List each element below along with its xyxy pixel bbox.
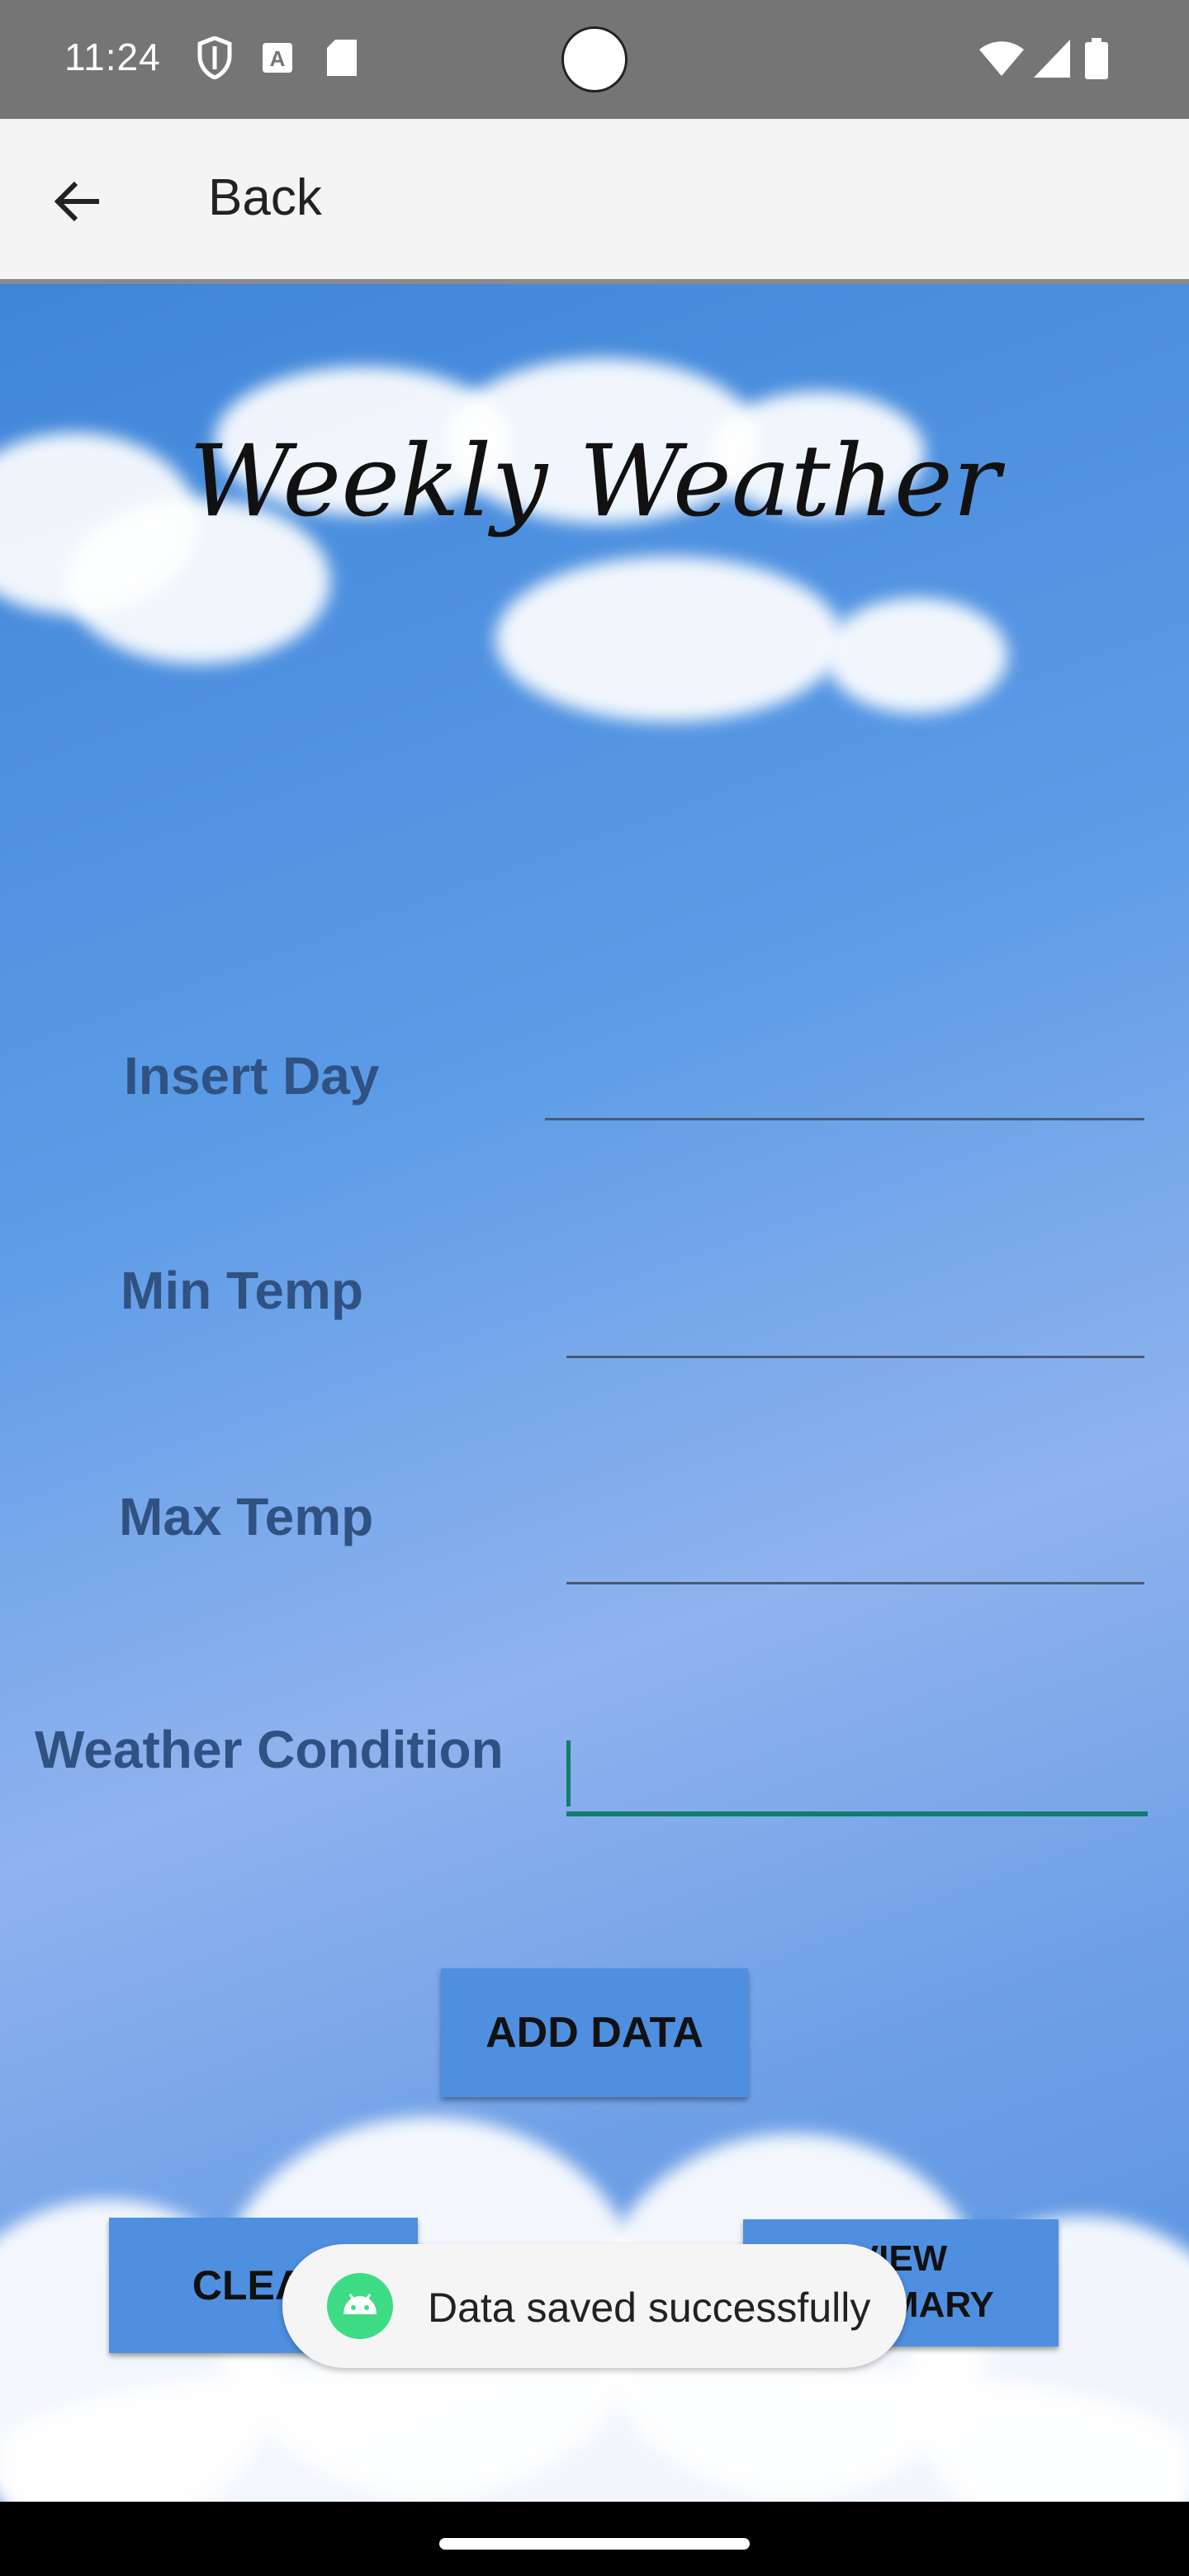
weather-condition-label: Weather Condition — [35, 1720, 504, 1779]
a-box-icon: A — [263, 43, 292, 77]
app-bar: Back — [0, 119, 1189, 284]
insert-day-input[interactable] — [545, 1118, 1144, 1120]
weather-condition-input[interactable] — [566, 1811, 1148, 1816]
max-temp-input[interactable] — [566, 1582, 1144, 1584]
add-data-button[interactable]: ADD DATA — [441, 1968, 748, 2097]
cloud-decoration — [826, 598, 1007, 713]
cloud-decoration — [495, 556, 842, 722]
toast-message: Data saved successfully — [282, 2244, 907, 2368]
sd-card-icon — [327, 40, 357, 80]
arrow-back-icon[interactable] — [53, 177, 102, 230]
cloud-decoration — [0, 2365, 1189, 2502]
navigation-bar — [0, 2502, 1189, 2576]
battery-icon — [1085, 38, 1108, 83]
wifi-icon — [979, 41, 1024, 80]
svg-text:A: A — [270, 46, 286, 71]
page-title: Weekly Weather — [188, 424, 1001, 539]
android-icon — [327, 2273, 393, 2339]
weather-form-screen: Weekly Weather Insert Day Min Temp Max T… — [0, 284, 1189, 2502]
app-bar-title[interactable]: Back — [208, 168, 322, 227]
status-time: 11:24 — [64, 36, 161, 78]
shield-icon — [197, 36, 233, 83]
home-handle[interactable] — [439, 2538, 750, 2550]
status-bar: 11:24 A — [0, 0, 1189, 119]
max-temp-label: Max Temp — [119, 1487, 374, 1546]
text-cursor — [566, 1740, 571, 1807]
min-temp-label: Min Temp — [121, 1261, 363, 1320]
min-temp-input[interactable] — [566, 1356, 1144, 1358]
insert-day-label: Insert Day — [124, 1046, 380, 1106]
toast-text: Data saved successfully — [428, 2285, 871, 2331]
camera-cutout — [561, 26, 628, 92]
signal-icon — [1034, 40, 1070, 82]
